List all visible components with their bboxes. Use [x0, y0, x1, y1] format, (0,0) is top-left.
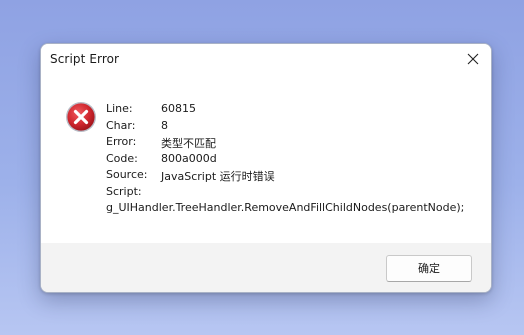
- field-line: Line: 60815: [106, 102, 464, 119]
- dialog-content: Line: 60815 Char: 8 Error: 类型不匹配 Code: 8…: [41, 74, 491, 243]
- close-icon: [467, 53, 479, 65]
- title-bar: Script Error: [41, 44, 491, 74]
- error-details: Line: 60815 Char: 8 Error: 类型不匹配 Code: 8…: [106, 102, 464, 218]
- close-button[interactable]: [455, 44, 491, 74]
- dialog-footer: 确定: [41, 243, 491, 292]
- script-value: g_UIHandler.TreeHandler.RemoveAndFillChi…: [106, 201, 465, 214]
- field-source: Source: JavaScript 运行时错误: [106, 168, 464, 185]
- field-char: Char: 8: [106, 119, 464, 136]
- field-value: 60815: [161, 102, 196, 115]
- error-icon: [66, 102, 96, 132]
- dialog-title: Script Error: [50, 52, 120, 66]
- field-value: 8: [161, 118, 168, 132]
- field-label: Line:: [106, 102, 133, 115]
- script-label: Script:: [106, 184, 142, 198]
- field-label: Char:: [106, 118, 136, 132]
- field-error: Error: 类型不匹配: [106, 135, 464, 152]
- field-value: JavaScript 运行时错误: [161, 170, 275, 183]
- field-label: Source:: [106, 168, 148, 181]
- field-label: Code:: [106, 151, 138, 165]
- ok-button[interactable]: 确定: [386, 255, 472, 282]
- script-error-dialog: Script Error Line: 60815 Char: 8 Error: …: [40, 43, 492, 293]
- field-value: 类型不匹配: [161, 137, 216, 150]
- field-code: Code: 800a000d: [106, 152, 464, 169]
- field-label: Error:: [106, 135, 137, 148]
- field-value: 800a000d: [161, 151, 217, 165]
